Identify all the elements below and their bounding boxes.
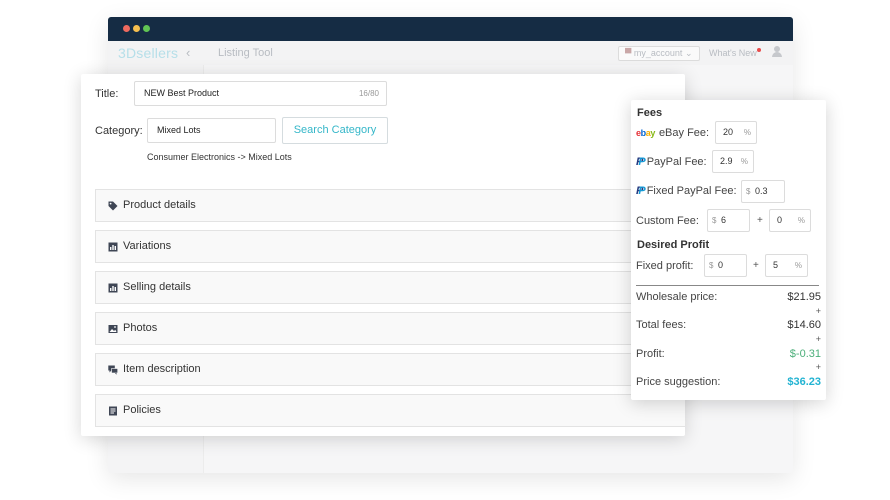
profit-value: $-0.31 [789,348,821,360]
custom-fee-label: Custom Fee: [636,215,699,227]
search-category-button[interactable]: Search Category [282,117,388,144]
section-product-details[interactable]: Product details [95,189,685,222]
account-label: my_account [633,48,683,58]
paypal-fee-value: 2.9 [720,156,733,166]
ebay-fee-label: ebay eBay Fee: [636,127,709,139]
total-fees-label: Total fees: [636,319,687,331]
wholesale-price-label: Wholesale price: [636,291,718,303]
price-suggestion-value: $36.23 [787,376,821,388]
section-label: Item description [123,363,201,375]
currency-unit: $ [746,187,751,196]
fees-panel: Fees ebay eBay Fee: 20 % PPPayPal Fee: 2.… [631,100,826,400]
app-navbar: 3Dsellers ‹ Listing Tool ▀ my_account ⌄ … [108,41,793,65]
category-value: Mixed Lots [157,125,201,135]
percent-unit: % [797,216,805,225]
ebay-fee-input[interactable]: 20 % [715,121,757,144]
notification-dot-icon [756,48,761,52]
custom-fee-percent-value: 0 [777,215,783,225]
currency-unit: $ [712,216,717,225]
user-avatar-icon[interactable] [772,46,782,58]
percent-unit: % [743,128,751,137]
document-icon [109,406,117,416]
profit-percent-value: 5 [773,260,779,270]
custom-fee-fixed-value: 6 [721,215,727,225]
chat-icon [108,365,118,375]
plus-sign: + [815,334,821,344]
section-label: Product details [123,199,196,211]
bar-chart-icon [108,242,118,252]
section-photos[interactable]: Photos [95,312,685,345]
price-suggestion-label: Price suggestion: [636,376,721,388]
whats-new-label: What's New [709,48,757,58]
window-titlebar [108,17,793,41]
maximize-window-icon[interactable] [143,25,150,32]
category-input[interactable]: Mixed Lots [147,118,276,143]
category-label: Category: [95,125,143,137]
paypal-logo-icon: PP [636,185,646,197]
section-label: Variations [123,240,172,252]
plus-sign: + [815,362,821,372]
ebay-logo-icon: ebay [636,128,655,138]
paypal-fee-text: PayPal Fee: [646,156,707,168]
total-fees-value: $14.60 [787,319,821,331]
section-label: Selling details [123,281,191,293]
fees-heading: Fees [637,107,663,119]
section-selling-details[interactable]: Selling details [95,271,685,304]
back-chevron-icon[interactable]: ‹ [186,45,190,60]
plus-sign: + [753,260,759,271]
fixed-profit-label: Fixed profit: [636,260,694,272]
page-breadcrumb: Listing Tool [218,47,273,59]
profit-percent-input[interactable]: 5 % [765,254,808,277]
paypal-fee-input[interactable]: 2.9 % [712,150,754,173]
desired-profit-heading: Desired Profit [637,239,710,251]
flag-icon: ▀ [625,48,632,58]
title-char-counter: 16/80 [358,89,379,98]
category-breadcrumb: Consumer Electronics -> Mixed Lots [147,152,292,162]
section-label: Photos [123,322,158,334]
tag-icon [108,201,118,211]
title-label: Title: [95,88,119,100]
fixed-paypal-fee-label: PPFixed PayPal Fee: [636,185,737,197]
listing-form-card: Title: NEW Best Product 16/80 Category: … [81,74,685,436]
fixed-profit-input[interactable]: $ 0 [704,254,747,277]
whats-new-link[interactable]: What's New [709,48,761,58]
fixed-profit-value: 0 [718,260,724,270]
ebay-fee-value: 20 [723,127,734,137]
close-window-icon[interactable] [123,25,130,32]
minimize-window-icon[interactable] [133,25,140,32]
section-policies[interactable]: Policies [95,394,685,427]
fixed-paypal-fee-value: 0.3 [755,186,768,196]
bar-chart-icon [108,283,118,293]
image-icon [108,325,118,333]
paypal-logo-icon: PP [636,156,646,168]
title-input[interactable]: NEW Best Product 16/80 [134,81,387,106]
section-label: Policies [123,404,161,416]
plus-sign: + [757,215,763,226]
fixed-paypal-fee-text: Fixed PayPal Fee: [646,185,737,197]
profit-label: Profit: [636,348,665,360]
percent-unit: % [740,157,748,166]
fixed-paypal-fee-input[interactable]: $ 0.3 [741,180,785,203]
plus-sign: + [815,306,821,316]
custom-fee-percent-input[interactable]: 0 % [769,209,811,232]
section-variations[interactable]: Variations [95,230,685,263]
percent-unit: % [794,261,802,270]
account-dropdown[interactable]: ▀ my_account ⌄ [618,46,700,61]
paypal-fee-label: PPPayPal Fee: [636,156,707,168]
app-logo[interactable]: 3Dsellers [118,45,178,61]
currency-unit: $ [709,261,714,270]
ebay-fee-text: eBay Fee: [658,127,710,139]
summary-divider [636,285,819,286]
wholesale-price-value: $21.95 [787,291,821,303]
title-value: NEW Best Product [144,88,220,98]
custom-fee-fixed-input[interactable]: $ 6 [707,209,750,232]
section-item-description[interactable]: Item description [95,353,685,386]
chevron-down-icon: ⌄ [684,48,693,58]
